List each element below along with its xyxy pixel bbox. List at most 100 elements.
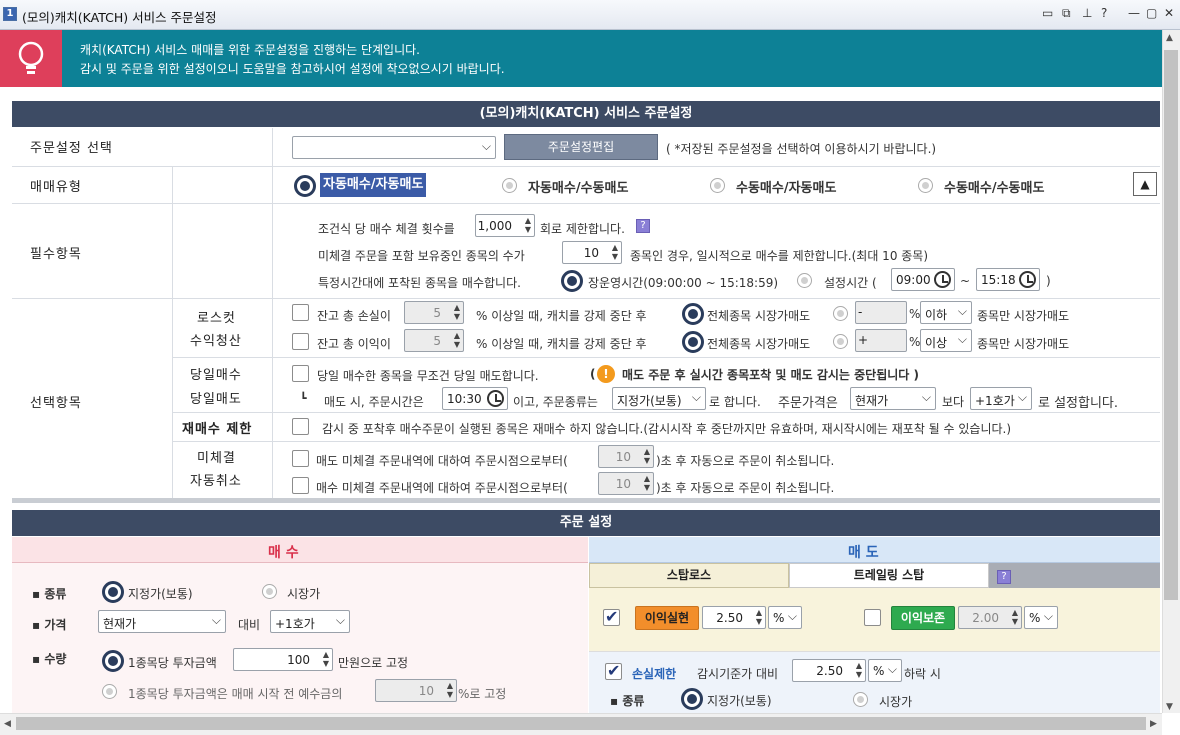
- profit-market-sell[interactable]: 전체종목 시장가매도: [707, 335, 810, 352]
- profit-protect-unit-select[interactable]: % ⌵: [1024, 606, 1058, 629]
- daytrade-order-kind-select[interactable]: 지정가(보통) ⌵: [612, 387, 706, 410]
- target-icon[interactable]: [294, 175, 316, 197]
- target-icon[interactable]: [102, 581, 124, 603]
- target-icon[interactable]: [682, 331, 704, 353]
- edit-order-preset-button[interactable]: 주문설정편집: [504, 134, 658, 160]
- profit-limit-checkbox[interactable]: [292, 333, 309, 350]
- market-hours-option[interactable]: 장운영시간(09:00:00 ~ 15:18:59): [588, 274, 778, 291]
- scroll-left-icon[interactable]: ◀: [4, 719, 11, 729]
- help-window-icon[interactable]: ?: [1101, 6, 1107, 20]
- daytrade-sub-pre: 매도 시, 주문시간은: [324, 395, 424, 409]
- maximize-icon[interactable]: ▢: [1146, 6, 1157, 20]
- daytrade-checkbox[interactable]: [292, 365, 309, 382]
- scroll-up-icon[interactable]: ▲: [1166, 33, 1173, 43]
- profit-take-checkbox[interactable]: [603, 607, 620, 626]
- trade-type-option-2[interactable]: 자동매수/수동매도: [528, 177, 628, 196]
- sell-cancel-stepper[interactable]: 10 ▲ ▼: [598, 445, 654, 468]
- sell-cancel-text: 매도 미체결 주문내역에 대하여 주문시점으로부터(: [316, 454, 568, 468]
- tab-stoploss[interactable]: 스탑로스: [589, 563, 789, 588]
- order-preset-select[interactable]: ⌵: [292, 136, 496, 159]
- buy-kind-market-radio[interactable]: [262, 584, 277, 599]
- profit-take-unit-select[interactable]: % ⌵: [768, 606, 802, 629]
- sell-cancel-checkbox[interactable]: [292, 450, 309, 467]
- daytrade-sell-label: 당일매도: [190, 392, 242, 407]
- target-icon[interactable]: [102, 650, 124, 672]
- target-icon[interactable]: [681, 688, 703, 710]
- help-icon[interactable]: ?: [997, 570, 1011, 584]
- daytrade-price-label: 주문가격은: [778, 396, 838, 411]
- buy-cancel-checkbox[interactable]: [292, 477, 309, 494]
- tab-trailing-stop[interactable]: 트레일링 스탑: [789, 563, 989, 588]
- vertical-scroll-thumb[interactable]: [1164, 50, 1178, 600]
- buy-kind-limit[interactable]: 지정가(보통): [128, 585, 193, 602]
- trade-type-option-3[interactable]: 수동매수/자동매도: [736, 177, 836, 196]
- profit-take-button[interactable]: 이익실현: [635, 606, 699, 630]
- copy-window-icon[interactable]: ⧉: [1062, 6, 1071, 21]
- buy-cancel-stepper[interactable]: 10 ▲ ▼: [598, 472, 654, 495]
- buy-qty-pct-radio[interactable]: [102, 684, 117, 699]
- daytrade-tick-select[interactable]: +1호가 ⌵: [970, 387, 1032, 410]
- sell-kind-limit[interactable]: 지정가(보통): [707, 692, 772, 709]
- rebuy-checkbox[interactable]: [292, 418, 309, 435]
- minimize-icon[interactable]: —: [1128, 6, 1140, 20]
- end-time-input[interactable]: 15:18: [976, 268, 1040, 291]
- buy-kind-market[interactable]: 시장가: [287, 585, 320, 602]
- layout-icon[interactable]: ▭: [1042, 6, 1053, 20]
- custom-time-radio[interactable]: [797, 273, 812, 288]
- target-icon[interactable]: [561, 270, 583, 292]
- start-time-input[interactable]: 09:00: [891, 268, 955, 291]
- trade-type-radio-3[interactable]: [710, 178, 725, 193]
- buy-price-select[interactable]: 현재가 ⌵: [98, 610, 226, 633]
- profit-compare-select[interactable]: 이상 ⌵: [920, 329, 972, 352]
- daytrade-price-select[interactable]: 현재가 ⌵: [850, 387, 936, 410]
- row-divider: [12, 203, 1160, 204]
- buy-qty-pct-option[interactable]: 1종목당 투자금액은 매매 시작 전 예수금의: [128, 685, 342, 702]
- stoploss-stepper[interactable]: 2.50 ▲ ▼: [792, 659, 866, 682]
- sell-kind-market-radio[interactable]: [853, 692, 868, 707]
- loss-condition-radio[interactable]: [833, 306, 848, 321]
- loss-market-sell[interactable]: 전체종목 시장가매도: [707, 307, 810, 324]
- buy-qty-amount-option[interactable]: 1종목당 투자금액: [128, 654, 217, 671]
- horizontal-scroll-thumb[interactable]: [16, 717, 1146, 730]
- close-icon[interactable]: ✕: [1164, 6, 1174, 20]
- buy-qty-pct-stepper[interactable]: 10 ▲ ▼: [375, 679, 457, 702]
- profit-limit-stepper[interactable]: 5 ▲ ▼: [404, 329, 464, 352]
- buy-qty-amount-stepper[interactable]: 100 ▲ ▼: [233, 648, 333, 671]
- collapse-button[interactable]: ▲: [1133, 172, 1157, 196]
- hold-limit-stepper[interactable]: 10 ▲ ▼: [562, 241, 622, 264]
- stoploss-unit-select[interactable]: % ⌵: [868, 659, 902, 682]
- loss-limit-checkbox[interactable]: [292, 304, 309, 321]
- main-section-title: (모의)캐치(KATCH) 서비스 주문설정: [12, 101, 1160, 127]
- profit-protect-button[interactable]: 이익보존: [891, 606, 955, 630]
- profit-take-stepper[interactable]: 2.50 ▲ ▼: [702, 606, 766, 629]
- sell-kind-market[interactable]: 시장가: [879, 693, 912, 710]
- profit-protect-checkbox[interactable]: [864, 609, 881, 626]
- custom-time-option[interactable]: 설정시간 (: [824, 274, 877, 291]
- buy-qty-label: ▪ 수량: [32, 652, 67, 666]
- scroll-right-icon[interactable]: ▶: [1150, 719, 1157, 729]
- profit-protect-stepper[interactable]: 2.00 ▲ ▼: [958, 606, 1022, 629]
- trade-type-option-4[interactable]: 수동매수/수동매도: [944, 177, 1044, 196]
- help-icon[interactable]: ?: [636, 219, 650, 233]
- loss-limit-text: 잔고 총 손실이: [317, 309, 391, 323]
- daytrade-time-input[interactable]: 10:30: [442, 387, 508, 410]
- order-select-hint: ( *저장된 주문설정을 선택하여 이용하시기 바랍니다.): [666, 142, 937, 156]
- trade-type-radio-2[interactable]: [502, 178, 517, 193]
- rebuy-text: 감시 중 포착후 매수주문이 실행된 종목은 재매수 하지 않습니다.(감시시작…: [322, 422, 1012, 436]
- profit-condition-radio[interactable]: [833, 334, 848, 349]
- daytrade-buy-label: 당일매수: [190, 368, 242, 383]
- row-divider: [172, 441, 1160, 442]
- scroll-down-icon[interactable]: ▼: [1166, 702, 1173, 712]
- loss-compare-select[interactable]: 이하 ⌵: [920, 301, 972, 324]
- trade-type-radio-4[interactable]: [918, 178, 933, 193]
- profit-threshold-input[interactable]: +: [855, 329, 907, 352]
- buy-limit-stepper[interactable]: 1,000 ▲ ▼: [475, 214, 535, 237]
- pin-icon[interactable]: ⊥: [1082, 6, 1092, 20]
- trade-type-option-1[interactable]: 자동매수/자동매도: [320, 173, 427, 197]
- loss-limit-stepper[interactable]: 5 ▲ ▼: [404, 301, 464, 324]
- loss-threshold-input[interactable]: -: [855, 301, 907, 324]
- target-icon[interactable]: [682, 303, 704, 325]
- stoploss-text: 감시기준가 대비: [697, 667, 779, 681]
- stoploss-checkbox[interactable]: [605, 661, 622, 680]
- buy-tick-select[interactable]: +1호가 ⌵: [270, 610, 350, 633]
